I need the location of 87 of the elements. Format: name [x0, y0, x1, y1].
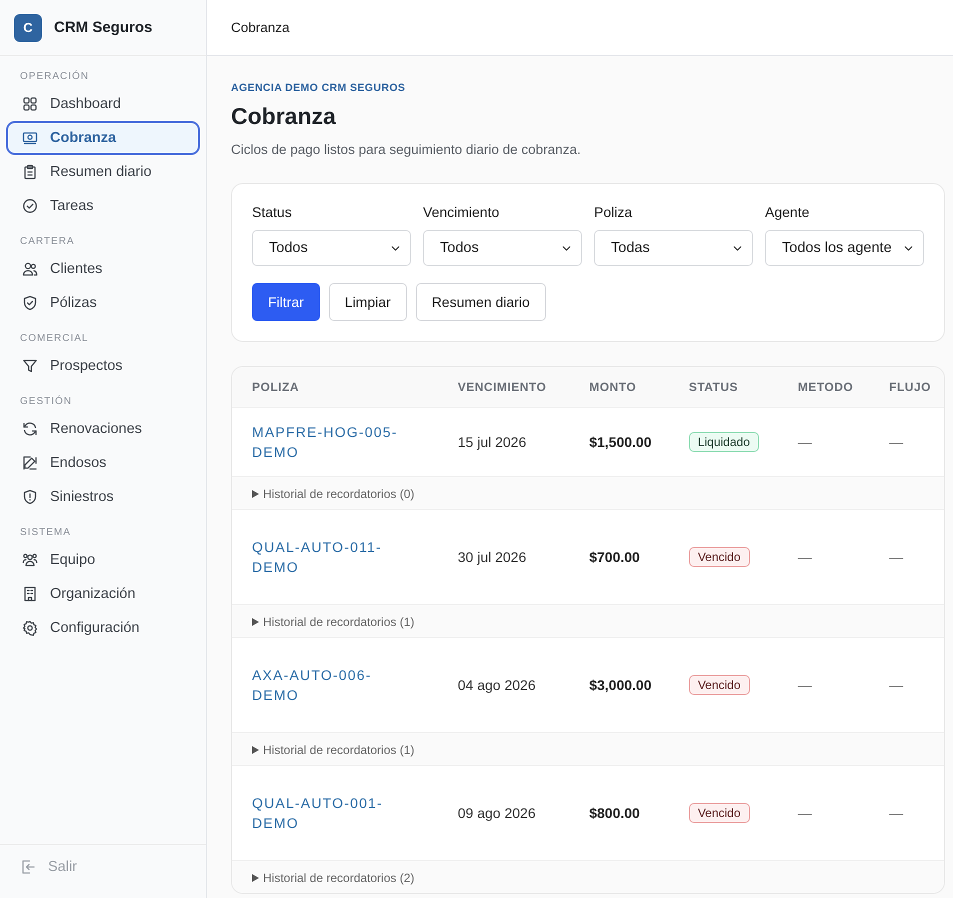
triangle-icon [252, 746, 259, 754]
status-badge: Vencido [688, 803, 750, 823]
nav-item[interactable]: Tareas [6, 189, 200, 223]
triangle-icon [252, 618, 259, 626]
nav-item[interactable]: Renovaciones [6, 412, 200, 446]
logout-icon [20, 859, 36, 875]
filter-label: Agente [765, 204, 810, 220]
history-toggle[interactable]: Historial de recordatorios (0) [252, 487, 414, 501]
page-title: Cobranza [231, 103, 337, 130]
column-header: FLUJO [889, 380, 931, 394]
nav-item[interactable]: Resumen diario [6, 155, 200, 189]
refresh-icon [22, 421, 38, 437]
method-value: — [798, 549, 812, 565]
policy-link[interactable]: AXA-AUTO-006-DEMO [252, 665, 402, 705]
filter-label: Status [252, 204, 293, 220]
due-date: 15 jul 2026 [458, 434, 526, 450]
logo-badge: C [14, 14, 42, 42]
status-badge: Vencido [688, 675, 750, 695]
method-value: — [798, 434, 812, 450]
status-badge: Liquidado [688, 432, 759, 452]
users-icon [22, 261, 38, 277]
pencil-icon [22, 455, 38, 471]
amount: $1,500.00 [589, 434, 652, 450]
column-header: METODO [798, 380, 854, 394]
building-icon [22, 586, 38, 602]
agency-label: AGENCIA DEMO CRM SEGUROS [231, 82, 406, 94]
people-icon [22, 552, 38, 568]
column-header: VENCIMIENTO [458, 380, 546, 394]
nav-item[interactable]: Endosos [6, 446, 200, 480]
action-button[interactable]: Limpiar [328, 283, 407, 321]
column-header: STATUS [688, 380, 738, 394]
triangle-icon [252, 490, 259, 498]
amount: $800.00 [589, 805, 640, 821]
banknote-icon [22, 130, 38, 146]
flow-value: — [889, 805, 904, 821]
nav-item[interactable]: Configuración [6, 611, 200, 645]
page-subtitle: Ciclos de pago listos para seguimiento diario de cobranza. [231, 142, 582, 157]
filter-select[interactable]: Todas [594, 230, 753, 266]
column-header: MONTO [589, 380, 636, 394]
nav-item[interactable]: Organización [6, 577, 200, 611]
nav-item[interactable]: Equipo [6, 543, 200, 577]
status-badge: Vencido [688, 547, 750, 567]
filter-select[interactable]: Todos los agente [765, 230, 924, 266]
filter-select[interactable]: Todos [252, 230, 411, 266]
method-value: — [798, 677, 812, 693]
method-value: — [798, 805, 812, 821]
nav-item[interactable]: Dashboard [6, 87, 200, 121]
section-heading: COMERCIAL [19, 332, 90, 346]
section-heading: GESTIÓN [19, 394, 74, 409]
settings-icon [22, 620, 38, 636]
policy-link[interactable]: QUAL-AUTO-011-DEMO [252, 537, 402, 577]
filter-label: Poliza [594, 204, 634, 220]
triangle-icon [252, 874, 259, 882]
nav-item[interactable]: Prospectos [6, 349, 200, 383]
shield-check-icon [22, 295, 38, 311]
flow-value: — [889, 434, 904, 450]
due-date: 09 ago 2026 [458, 805, 536, 821]
due-date: 30 jul 2026 [458, 549, 526, 565]
funnel-icon [22, 358, 38, 374]
app-name: CRM Seguros [54, 19, 152, 36]
section-heading: CARTERA [19, 235, 76, 249]
action-button[interactable]: Resumen diario [416, 283, 546, 321]
policy-link[interactable]: MAPFRE-HOG-005-DEMO [252, 422, 402, 462]
section-heading: SISTEMA [19, 526, 72, 540]
due-date: 04 ago 2026 [458, 677, 536, 693]
page-breadcrumb: Cobranza [231, 20, 290, 35]
clipboard-icon [22, 164, 38, 180]
flow-value: — [889, 677, 904, 693]
check-circle-icon [22, 198, 38, 214]
nav-item[interactable]: Clientes [6, 252, 200, 286]
history-toggle[interactable]: Historial de recordatorios (1) [252, 743, 414, 757]
amount: $3,000.00 [589, 677, 652, 693]
column-header: POLIZA [252, 380, 299, 394]
policy-link[interactable]: QUAL-AUTO-001-DEMO [252, 793, 402, 833]
nav-item[interactable]: Siniestros [6, 480, 200, 514]
filter-select[interactable]: Todos [423, 230, 582, 266]
section-heading: OPERACIÓN [19, 69, 90, 84]
filter-button[interactable]: Filtrar [252, 283, 320, 321]
amount: $700.00 [589, 549, 640, 565]
shield-alert-icon [22, 489, 38, 505]
filter-label: Vencimiento [423, 204, 500, 220]
history-toggle[interactable]: Historial de recordatorios (2) [252, 871, 414, 885]
history-toggle[interactable]: Historial de recordatorios (1) [252, 615, 414, 629]
grid-icon [22, 96, 38, 112]
nav-item[interactable]: Pólizas [6, 286, 200, 320]
flow-value: — [889, 549, 904, 565]
nav-item[interactable]: Cobranza [6, 121, 200, 155]
